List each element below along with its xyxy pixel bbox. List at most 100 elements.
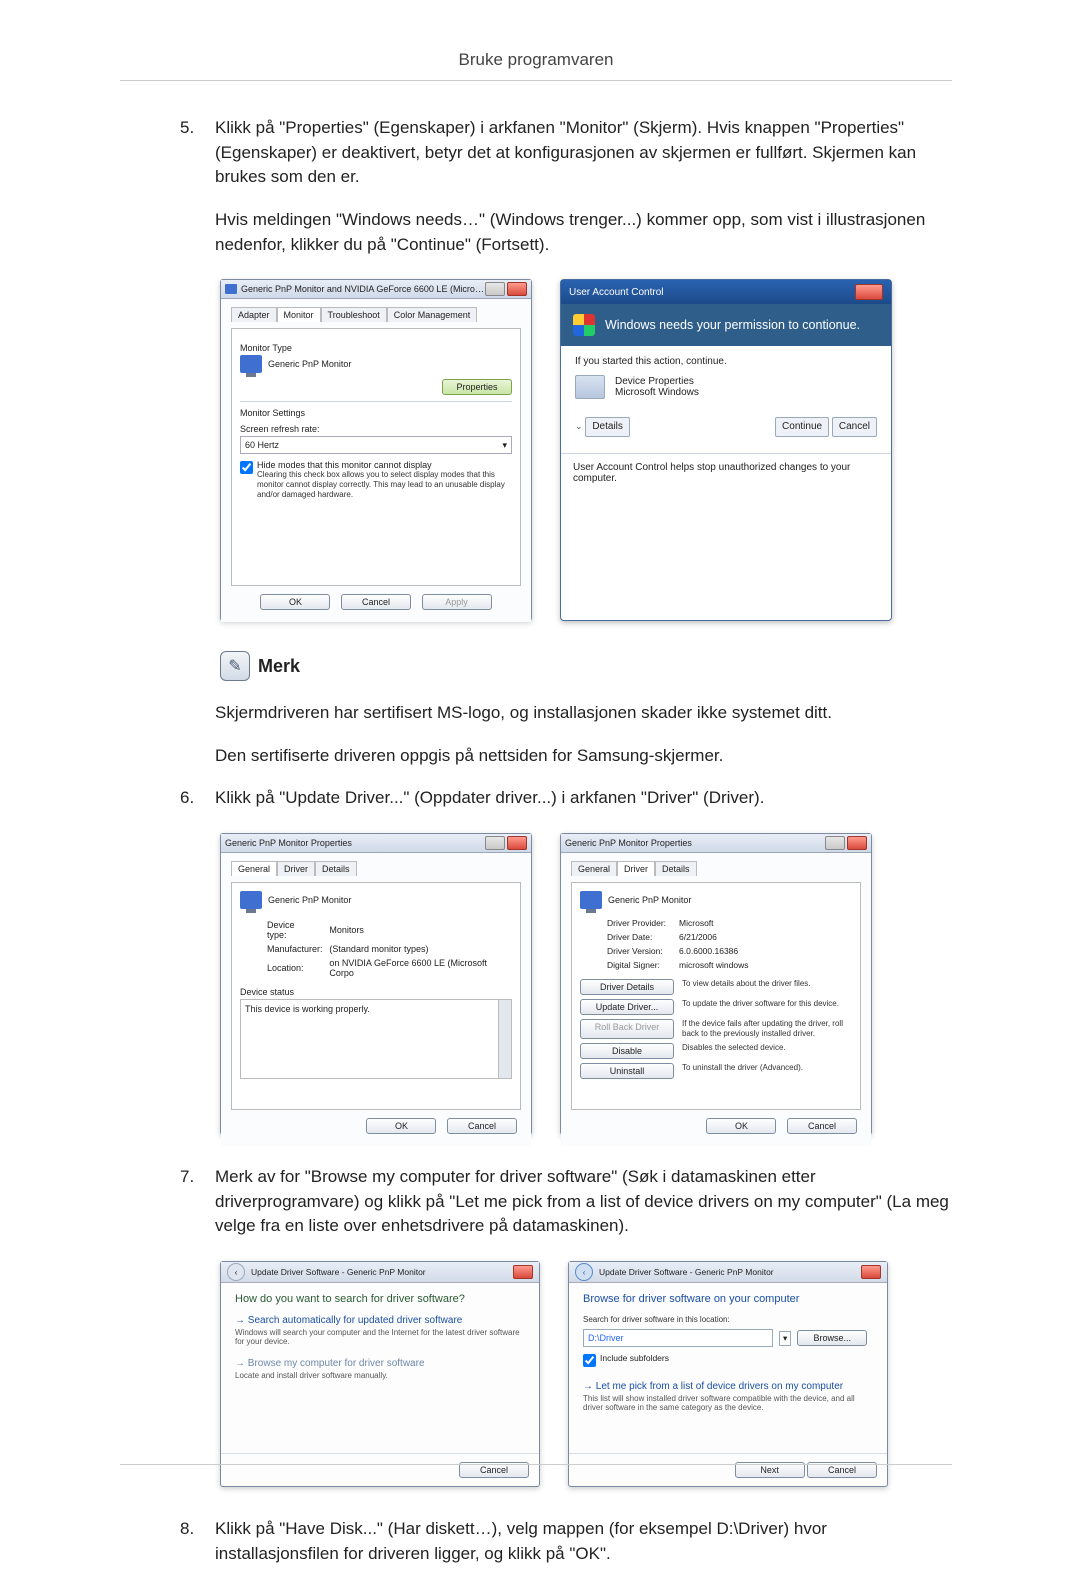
apply-button[interactable]: Apply (422, 594, 492, 610)
uac-banner-text: Windows needs your permission to contion… (605, 318, 860, 332)
disable-desc: Disables the selected device. (682, 1043, 852, 1059)
close-button[interactable] (847, 836, 867, 850)
driver-date-value: 6/21/2006 (678, 931, 749, 943)
refresh-rate-select[interactable]: 60 Hertz ▾ (240, 436, 512, 454)
close-button[interactable] (861, 1265, 881, 1279)
scrollbar[interactable] (498, 1000, 511, 1078)
tab-adapter[interactable]: Adapter (231, 307, 277, 322)
wizard-1-title: Update Driver Software - Generic PnP Mon… (251, 1267, 426, 1277)
uninstall-desc: To uninstall the driver (Advanced). (682, 1063, 852, 1079)
page-header: Bruke programvaren (120, 50, 952, 81)
option-auto-link[interactable]: → Search automatically for updated drive… (235, 1315, 525, 1326)
help-button[interactable] (485, 836, 505, 850)
driver-date-label: Driver Date: (606, 931, 676, 943)
help-button[interactable] (825, 836, 845, 850)
uac-line: If you started this action, continue. (575, 356, 877, 367)
step-6-text: Klikk på "Update Driver..." (Oppdater dr… (215, 786, 952, 811)
cancel-button[interactable]: Cancel (447, 1118, 517, 1134)
hide-modes-checkbox[interactable] (240, 461, 253, 474)
close-button[interactable] (507, 836, 527, 850)
wizard-1-option-auto[interactable]: → Search automatically for updated drive… (235, 1315, 525, 1346)
hide-modes-label: Hide modes that this monitor cannot disp… (257, 460, 512, 470)
driver-provider-value: Microsoft (678, 917, 749, 929)
include-subfolders-label: Include subfolders (600, 1353, 669, 1363)
shield-icon (573, 314, 595, 336)
driver-details-button[interactable]: Driver Details (580, 979, 674, 995)
monitor-settings-label: Monitor Settings (240, 408, 512, 418)
figure-row-3: ‹ Update Driver Software - Generic PnP M… (220, 1261, 952, 1487)
browse-button[interactable]: Browse... (797, 1330, 867, 1346)
driver-version-value: 6.0.6000.16386 (678, 945, 749, 957)
cancel-button[interactable]: Cancel (341, 594, 411, 610)
note-heading: ✎ Merk (220, 651, 952, 681)
step-5-text-1: Klikk på "Properties" (Egenskaper) i ark… (215, 116, 952, 190)
include-subfolders-checkbox[interactable] (583, 1354, 596, 1367)
ok-button[interactable]: OK (260, 594, 330, 610)
uac-cancel-button[interactable]: Cancel (832, 417, 877, 437)
tab-monitor[interactable]: Monitor (277, 307, 321, 322)
rollback-driver-button[interactable]: Roll Back Driver (580, 1019, 674, 1039)
props-general-title: Generic PnP Monitor Properties (225, 838, 485, 848)
ok-button[interactable]: OK (706, 1118, 776, 1134)
tab-general[interactable]: General (231, 861, 277, 876)
tab-color-management[interactable]: Color Management (387, 307, 478, 322)
dev-type-label: Device type: (266, 919, 326, 941)
note-text-1: Skjermdriveren har sertifisert MS-logo, … (215, 701, 952, 726)
path-input[interactable]: D:\Driver (583, 1329, 773, 1347)
monitor-type-label: Monitor Type (240, 343, 512, 353)
chevron-down-icon: ▾ (502, 440, 507, 451)
monitor-type-value: Generic PnP Monitor (268, 359, 351, 369)
dev-type-value: Monitors (328, 919, 510, 941)
tab-details[interactable]: Details (315, 861, 357, 876)
uac-close-button[interactable] (855, 284, 883, 300)
option-browse-sub: Locate and install driver software manua… (235, 1371, 525, 1380)
uninstall-button[interactable]: Uninstall (580, 1063, 674, 1079)
step-5-num: 5. (180, 116, 194, 141)
wizard-1-option-browse[interactable]: → Browse my computer for driver software… (235, 1358, 525, 1380)
chevron-down-icon: ⌄ (575, 421, 583, 431)
option-auto-sub: Windows will search your computer and th… (235, 1328, 525, 1346)
minimize-button[interactable] (485, 282, 505, 296)
step-8-num: 8. (180, 1517, 194, 1542)
cancel-button[interactable]: Cancel (787, 1118, 857, 1134)
uac-footer: User Account Control helps stop unauthor… (561, 453, 891, 494)
footer-rule (120, 1464, 952, 1465)
option-browse-link[interactable]: → Browse my computer for driver software (235, 1358, 525, 1369)
pick-link[interactable]: → Let me pick from a list of device driv… (583, 1381, 873, 1392)
update-driver-desc: To update the driver software for this d… (682, 999, 852, 1015)
back-icon[interactable]: ‹ (575, 1263, 593, 1281)
note-text-2: Den sertifiserte driveren oppgis på nett… (215, 744, 952, 769)
tab-driver[interactable]: Driver (617, 861, 655, 876)
disable-button[interactable]: Disable (580, 1043, 674, 1059)
tab-troubleshoot[interactable]: Troubleshoot (321, 307, 387, 322)
continue-button[interactable]: Continue (775, 417, 829, 437)
step-5: 5. Klikk på "Properties" (Egenskaper) i … (120, 116, 952, 257)
program-icon (575, 375, 605, 399)
properties-button[interactable]: Properties (442, 379, 512, 395)
step-6-num: 6. (180, 786, 194, 811)
update-driver-wizard-2: ‹ Update Driver Software - Generic PnP M… (568, 1261, 888, 1487)
chevron-down-icon[interactable]: ▾ (779, 1331, 791, 1346)
tab-driver[interactable]: Driver (277, 861, 315, 876)
wizard-2-title: Update Driver Software - Generic PnP Mon… (599, 1267, 774, 1277)
monitor-icon (225, 284, 237, 294)
details-button[interactable]: Details (585, 417, 630, 437)
step-8: 8. Klikk på "Have Disk..." (Har diskett…… (120, 1517, 952, 1566)
step-7-num: 7. (180, 1165, 194, 1190)
tab-details[interactable]: Details (655, 861, 697, 876)
manufacturer-value: (Standard monitor types) (328, 943, 510, 955)
update-driver-button[interactable]: Update Driver... (580, 999, 674, 1015)
back-icon[interactable]: ‹ (227, 1263, 245, 1281)
driver-version-label: Driver Version: (606, 945, 676, 957)
note-icon: ✎ (220, 651, 250, 681)
digital-signer-value: microsoft windows (678, 959, 749, 971)
tab-general[interactable]: General (571, 861, 617, 876)
manufacturer-label: Manufacturer: (266, 943, 326, 955)
update-driver-wizard-1: ‹ Update Driver Software - Generic PnP M… (220, 1261, 540, 1487)
location-label: Location: (266, 957, 326, 979)
close-button[interactable] (513, 1265, 533, 1279)
uac-dialog: User Account Control Windows needs your … (560, 279, 892, 621)
ok-button[interactable]: OK (366, 1118, 436, 1134)
close-button[interactable] (507, 282, 527, 296)
wizard-2-pick-option[interactable]: → Let me pick from a list of device driv… (583, 1381, 873, 1412)
